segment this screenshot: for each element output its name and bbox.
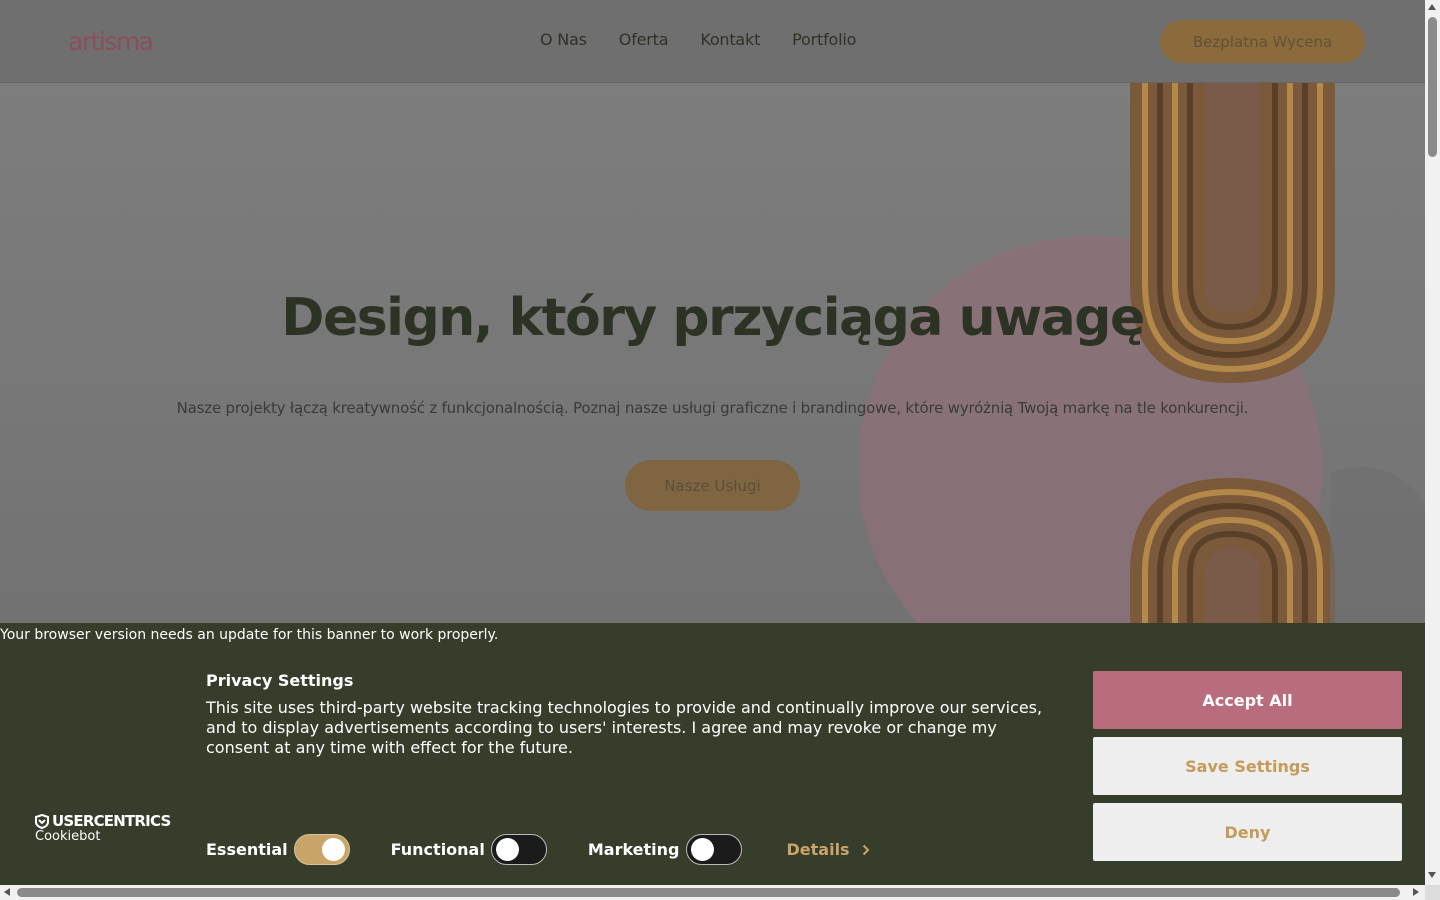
browser-update-warning: Your browser version needs an update for… [0, 627, 499, 643]
vertical-scroll-thumb[interactable] [1428, 17, 1437, 157]
main-nav: O Nas Oferta Kontakt Portfolio [540, 30, 856, 49]
toggle-knob [495, 838, 519, 861]
marketing-toggle[interactable] [685, 834, 742, 865]
toggle-group-functional: Functional [391, 834, 547, 865]
functional-toggle[interactable] [490, 834, 547, 865]
accept-all-button[interactable]: Accept All [1093, 671, 1402, 729]
hero-decorative-illustration [860, 83, 1425, 623]
shield-icon [35, 813, 49, 829]
deny-button[interactable]: Deny [1093, 803, 1402, 861]
nav-link-kontakt[interactable]: Kontakt [700, 30, 760, 49]
vertical-scrollbar[interactable] [1425, 0, 1440, 885]
artisma-logo[interactable]: artisma [66, 24, 158, 60]
usercentrics-logo[interactable]: USERCENTRICS Cookiebot [35, 812, 171, 844]
hero-description: Nasze projekty łączą kreatywność z funkc… [176, 399, 1249, 417]
horizontal-scroll-thumb[interactable] [17, 888, 1400, 897]
toggle-group-essential: Essential [206, 834, 350, 865]
hero-title: Design, który przyciąga uwagę [281, 288, 1145, 348]
essential-toggle[interactable] [293, 834, 350, 865]
nav-link-oferta[interactable]: Oferta [619, 30, 669, 49]
scroll-up-icon[interactable] [1428, 4, 1436, 10]
save-settings-button[interactable]: Save Settings [1093, 737, 1402, 795]
toggle-knob [321, 838, 345, 861]
usercentrics-wordmark: USERCENTRICS [52, 812, 171, 830]
cookie-consent-banner: Your browser version needs an update for… [0, 623, 1425, 885]
toggle-knob [690, 838, 714, 861]
usercentrics-brand-row: USERCENTRICS [35, 812, 171, 830]
cookiebot-label: Cookiebot [35, 829, 101, 844]
details-link[interactable]: Details [787, 840, 870, 859]
hero-section: Design, który przyciąga uwagę Nasze proj… [0, 83, 1425, 623]
nav-link-o-nas[interactable]: O Nas [540, 30, 587, 49]
essential-label: Essential [206, 840, 288, 859]
chevron-right-icon [862, 844, 869, 855]
page-viewport: artisma O Nas Oferta Kontakt Portfolio B… [0, 0, 1425, 885]
details-label: Details [786, 840, 850, 859]
svg-text:artisma: artisma [68, 27, 153, 56]
scrollbar-corner [1425, 885, 1440, 900]
marketing-label: Marketing [587, 840, 680, 859]
scroll-down-icon[interactable] [1428, 872, 1436, 878]
privacy-settings-text: This site uses third-party website track… [206, 698, 1043, 757]
horizontal-scrollbar[interactable] [0, 885, 1425, 900]
nav-link-portfolio[interactable]: Portfolio [792, 30, 856, 49]
scroll-right-icon[interactable] [1413, 888, 1419, 896]
site-header: artisma O Nas Oferta Kontakt Portfolio B… [0, 0, 1425, 83]
free-quote-button[interactable]: Bezpłatna Wycena [1160, 20, 1365, 63]
functional-label: Functional [390, 840, 485, 859]
our-services-button[interactable]: Nasze Usługi [625, 460, 800, 511]
consent-toggles: Essential Functional Marketing Details [206, 834, 870, 865]
toggle-group-marketing: Marketing [588, 834, 742, 865]
scroll-left-icon[interactable] [4, 888, 10, 896]
privacy-settings-title: Privacy Settings [206, 671, 354, 690]
